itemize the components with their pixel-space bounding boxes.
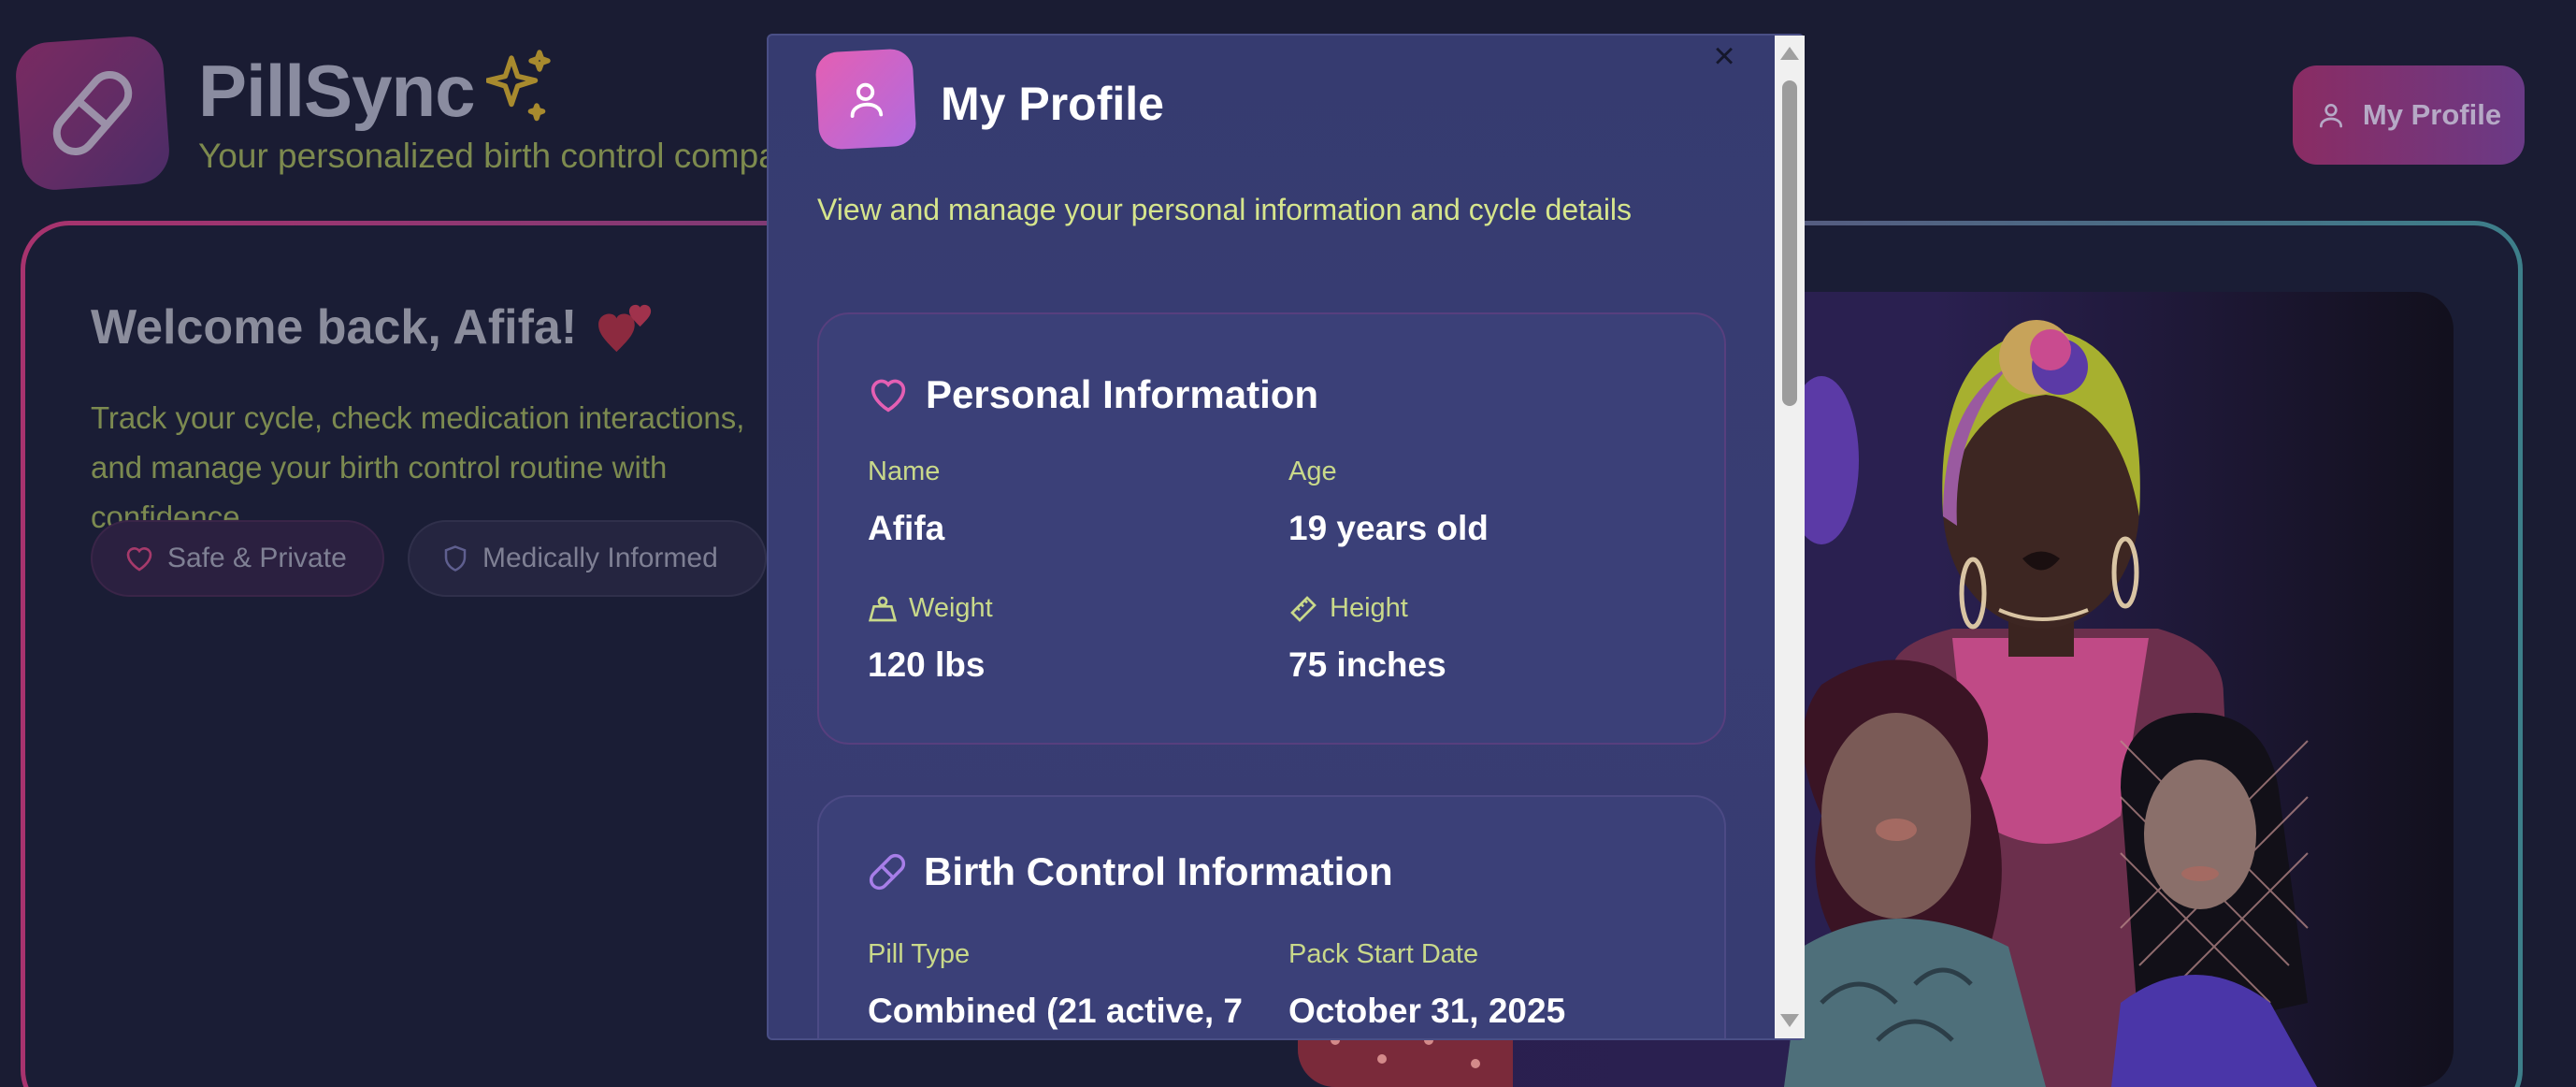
chip-safe-private: Safe & Private: [91, 520, 384, 597]
pill-icon: [52, 71, 133, 155]
profile-modal-icon: [814, 48, 917, 151]
welcome-heading: Welcome back, Afifa!: [91, 300, 578, 355]
modal-description: View and manage your personal informatio…: [817, 193, 1633, 226]
app-title: PillSync: [198, 50, 475, 132]
user-icon: [850, 82, 884, 118]
pill-type-label: Pill Type: [868, 939, 971, 969]
pill-icon: [869, 853, 906, 891]
sparkle-icon: [486, 50, 551, 122]
section-title: Birth Control Information: [924, 849, 1393, 893]
app-subtitle: Your personalized birth control companio…: [198, 137, 843, 175]
heart-icon: [126, 547, 152, 572]
height-value: 75 inches: [1288, 645, 1446, 684]
chip-label: Safe & Private: [167, 543, 347, 573]
weight-icon: [868, 596, 898, 621]
chip-medically-informed: Medically Informed: [408, 520, 767, 597]
scrollbar-thumb[interactable]: [1782, 80, 1797, 406]
weight-value: 120 lbs: [868, 645, 986, 684]
section-title: Personal Information: [926, 372, 1319, 416]
ruler-icon: [1290, 595, 1317, 622]
personal-information-card: Personal Information Name Afifa Age 19 y…: [817, 312, 1726, 745]
age-value: 19 years old: [1288, 509, 1489, 547]
birth-control-heading: Birth Control Information: [868, 849, 1393, 894]
birth-control-information-card: Birth Control Information Pill Type Comb…: [817, 795, 1726, 1038]
chip-label: Medically Informed: [482, 543, 718, 573]
pack-start-value: October 31, 2025: [1288, 992, 1566, 1030]
hearts-icon: [598, 304, 652, 353]
scroll-down-arrow-icon[interactable]: [1780, 1014, 1799, 1027]
age-label: Age: [1288, 457, 1337, 486]
profile-modal: × My Profile View and manage your person…: [767, 34, 1805, 1040]
my-profile-label: My Profile: [2362, 98, 2502, 131]
my-profile-button[interactable]: My Profile: [2293, 65, 2525, 165]
height-label: Height: [1288, 593, 1408, 624]
name-label: Name: [868, 457, 941, 486]
shield-icon: [444, 545, 467, 572]
personal-information-heading: Personal Information: [868, 372, 1318, 417]
modal-title: My Profile: [941, 78, 1164, 130]
close-button[interactable]: ×: [1711, 37, 1737, 75]
weight-label: Weight: [868, 593, 993, 624]
app-logo: [13, 34, 172, 193]
name-value: Afifa: [868, 509, 945, 547]
pack-start-label: Pack Start Date: [1288, 939, 1479, 969]
modal-scrollbar[interactable]: [1775, 36, 1805, 1038]
pill-type-value: Combined (21 active, 7: [868, 992, 1243, 1030]
heart-icon: [871, 379, 906, 413]
scroll-up-arrow-icon[interactable]: [1780, 47, 1799, 60]
user-icon: [2319, 104, 2342, 128]
